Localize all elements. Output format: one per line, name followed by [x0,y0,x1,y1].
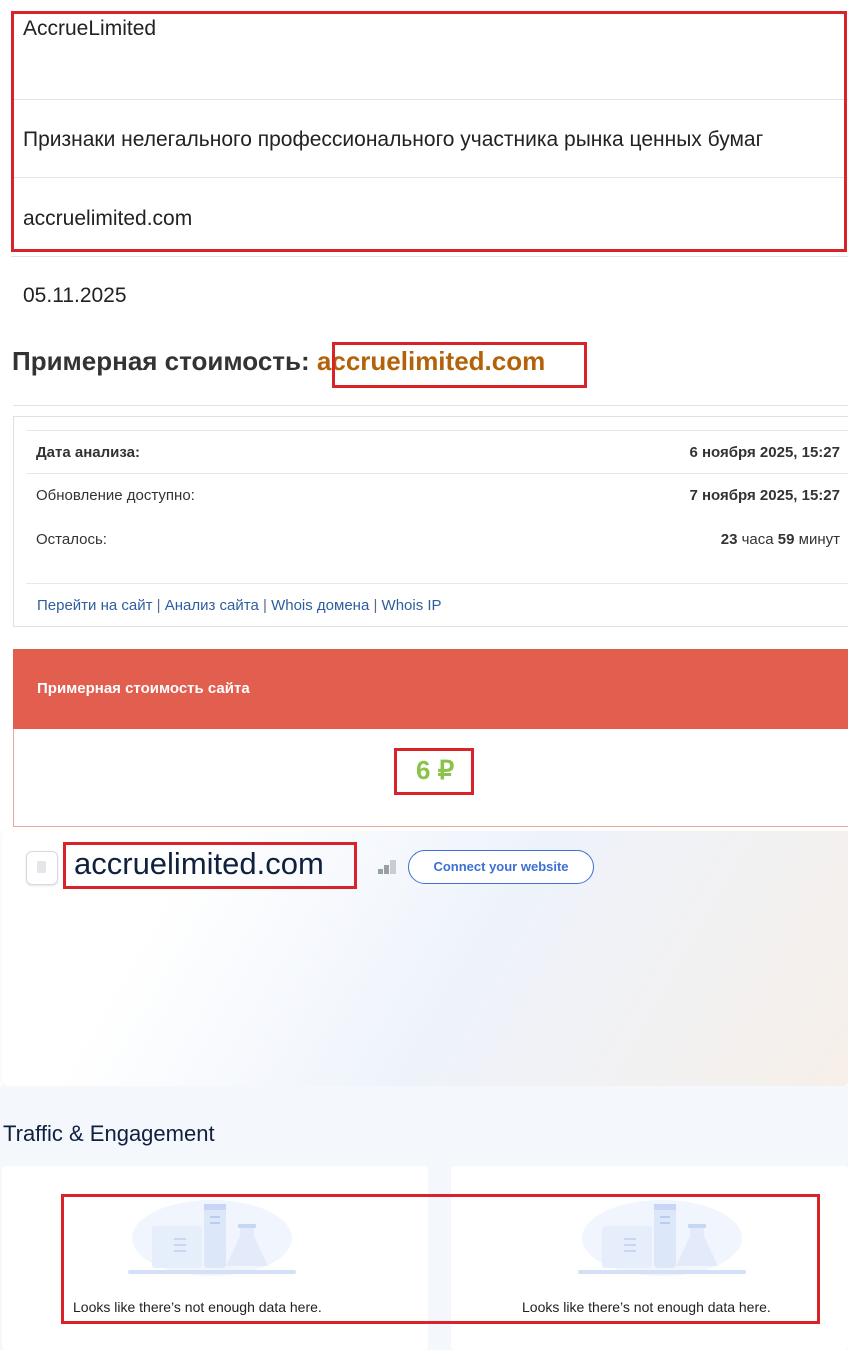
link-go-to-site[interactable]: Перейти на сайт [37,597,153,614]
highlight-box [63,842,357,889]
links-row: Перейти на сайт | Анализ сайта | Whois д… [37,597,442,614]
connect-website-button[interactable]: Connect your website [408,850,594,884]
update-available-label: Обновление доступно: [36,487,195,504]
remaining-hours-unit: часа [741,531,774,548]
remaining-label: Осталось: [36,531,107,548]
analysis-date-row: Дата анализа: 6 ноября 2025, 15:27 [36,444,840,461]
highlight-box [332,342,587,388]
remaining-minutes-unit: минут [798,531,840,548]
link-separator: | [373,597,378,614]
document-icon [26,851,58,885]
highlight-box [11,11,847,252]
publication-date: 05.11.2025 [23,284,127,307]
highlight-box [394,748,474,795]
site-cost-header: Примерная стоимость сайта [13,649,848,729]
panel-divider [26,473,848,474]
analysis-date-value: 6 ноября 2025, 15:27 [689,444,840,461]
link-separator: | [263,597,267,614]
section-title: Traffic & Engagement [3,1121,215,1146]
link-whois-ip[interactable]: Whois IP [382,597,442,614]
link-site-analysis[interactable]: Анализ сайта [165,597,259,614]
highlight-box [61,1194,820,1324]
row-divider [11,256,848,257]
analysis-date-label: Дата анализа: [36,444,140,461]
update-available-row: Обновление доступно: 7 ноября 2025, 15:2… [36,487,840,504]
rank-bars-icon [378,860,396,874]
update-available-value: 7 ноября 2025, 15:27 [689,487,840,504]
remaining-row: Осталось: 23 часа 59 минут [36,531,840,548]
link-whois-domain[interactable]: Whois домена [271,597,369,614]
panel-divider [26,583,848,584]
panel-divider [26,430,848,431]
title-divider [13,405,848,406]
remaining-hours: 23 [720,531,738,548]
remaining-minutes: 59 [777,531,795,548]
link-separator: | [156,597,161,614]
site-cost-header-label: Примерная стоимость сайта [37,680,250,697]
analysis-panel: Дата анализа: 6 ноября 2025, 15:27 Обнов… [13,416,848,627]
remaining-value: 23 часа 59 минут [721,531,840,548]
page-title-prefix: Примерная стоимость: [12,346,310,376]
